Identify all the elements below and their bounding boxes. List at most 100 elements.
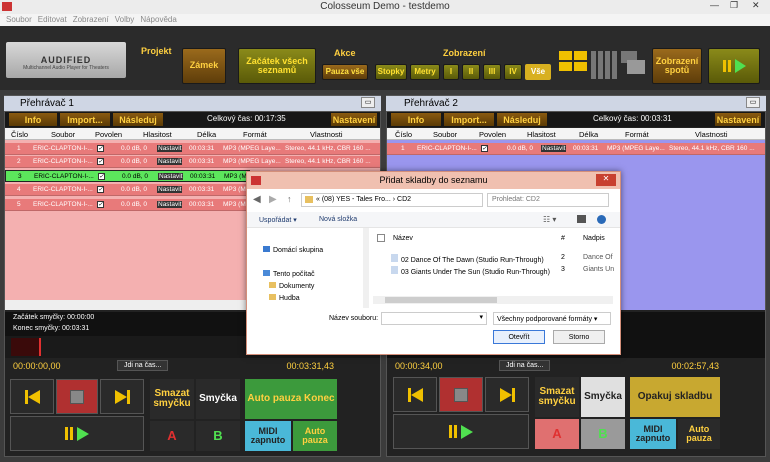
up-arrow-icon[interactable]: ↑ <box>287 194 292 204</box>
p1-midi-button[interactable]: MIDI zapnuto <box>245 421 291 451</box>
top-toolbar: AUDIFIED Multichannel Audio Player for T… <box>0 26 770 90</box>
p1-prev-button[interactable] <box>10 379 54 414</box>
p1-autopauza-konec-button[interactable]: Auto pauza Konec <box>245 379 337 419</box>
columns-layout-icon[interactable] <box>591 51 617 81</box>
tree-item-music[interactable]: Hudba <box>269 294 300 302</box>
address-bar[interactable]: « (08) YES - Tales Fro... › CD2 <box>301 193 483 207</box>
p2-auto-pauza-button[interactable]: Auto pauza <box>678 419 720 449</box>
p1-next-button[interactable] <box>100 379 144 414</box>
help-icon[interactable] <box>597 215 606 224</box>
akce-label: Akce <box>334 48 356 58</box>
title-bar: Colosseum Demo - testdemo — ❐ ✕ <box>0 0 770 14</box>
play-icon <box>734 59 746 73</box>
p1-a-button[interactable]: A <box>150 421 194 451</box>
p2-opakuj-button[interactable]: Opakuj skladbu <box>630 377 720 417</box>
maximize-button[interactable]: ❐ <box>730 0 738 11</box>
dialog-toolbar: Uspořádat ▾ Nová složka ☷ ▾ <box>247 212 620 228</box>
table-row[interactable]: 5 ERIC-CLAPTON-I-... ✓ 0.0 dB, 0 Nastavit 00:… <box>5 199 250 211</box>
menu-volby[interactable]: Volby <box>115 15 135 24</box>
pause-play-all-button[interactable] <box>708 48 760 84</box>
p2-a-button[interactable]: A <box>535 419 579 449</box>
p1-stop-button[interactable] <box>56 379 98 414</box>
select-all-checkbox[interactable] <box>377 234 385 242</box>
zamek-button[interactable]: Zámek <box>182 48 226 84</box>
file-list-scrollbar[interactable] <box>373 296 613 304</box>
table-row[interactable]: 1 ERIC-CLAPTON-I-... ✓ 0.0 dB, 0 Nastavit 00:… <box>5 143 380 155</box>
p2-nasleduj-button[interactable]: Následuj <box>497 113 547 126</box>
p1-horizontal-scrollbar[interactable] <box>5 300 250 310</box>
preview-pane-icon[interactable] <box>577 215 586 223</box>
p1-smycka-button[interactable]: Smyčka <box>196 379 240 419</box>
back-arrow-icon[interactable]: ◀ <box>253 194 261 205</box>
table-row[interactable]: 1 ERIC-CLAPTON-I-... ✓ 0.0 dB, 0 Nastavit 00:… <box>387 143 765 155</box>
tree-item-this-pc[interactable]: Tento počítač <box>263 270 315 278</box>
p2-prev-button[interactable] <box>393 377 437 412</box>
forward-arrow-icon[interactable]: ▶ <box>269 194 277 205</box>
p1-jdi-button[interactable]: Jdi na čas... <box>117 360 169 371</box>
tree-item-homegroup[interactable]: Domácí skupina <box>263 246 323 254</box>
p1-play-pause-button[interactable] <box>10 416 144 451</box>
minimize-button[interactable]: — <box>710 0 719 10</box>
p1-import-button[interactable]: Import... <box>60 113 110 126</box>
table-row[interactable]: 4 ERIC-CLAPTON-I-... ✓ 0.0 dB, 0 Nastavit 00:… <box>5 184 250 196</box>
view-4-button[interactable]: IV <box>504 64 522 80</box>
cancel-button[interactable]: Storno <box>553 330 605 344</box>
p2-midi-button[interactable]: MIDI zapnuto <box>630 419 676 449</box>
search-input[interactable]: Prohledat: CD2 <box>487 193 609 207</box>
view-options-icon[interactable]: ☷ ▾ <box>543 215 556 224</box>
menu-editovat[interactable]: Editovat <box>38 15 67 24</box>
p2-smycka-button[interactable]: Smyčka <box>581 377 625 417</box>
player-1-restore-button[interactable]: ▭ <box>361 97 375 108</box>
stacked-layout-icon[interactable] <box>621 51 647 81</box>
pauza-vse-button[interactable]: Pauza vše <box>322 64 368 80</box>
close-button[interactable]: ✕ <box>752 0 760 11</box>
p1-nastaveni-button[interactable]: Nastavení <box>331 113 377 126</box>
menu-zobrazeni[interactable]: Zobrazení <box>73 15 109 24</box>
file-row[interactable]: 03 Giants Under The Sun (Studio Run-Thro… <box>391 266 615 276</box>
zacatek-button[interactable]: Začátek všech seznamů <box>238 48 316 84</box>
p1-column-header: Číslo Soubor Povolen Hlasitost Délka For… <box>5 128 380 140</box>
player-2-restore-button[interactable]: ▭ <box>746 97 760 108</box>
p2-smazat-button[interactable]: Smazat smyčku <box>535 377 579 417</box>
address-path: « (08) YES - Tales Fro... › CD2 <box>316 196 412 203</box>
dialog-close-button[interactable]: ✕ <box>596 174 616 186</box>
audified-logo: AUDIFIED Multichannel Audio Player for T… <box>6 42 126 78</box>
table-row[interactable]: 2 ERIC-CLAPTON-I-... ✓ 0.0 dB, 0 Nastavit 00:… <box>5 156 380 168</box>
p2-time-left: 00:00:34,00 <box>395 361 443 371</box>
p2-next-button[interactable] <box>485 377 529 412</box>
menu-napoveda[interactable]: Nápověda <box>140 15 176 24</box>
tree-scrollbar[interactable] <box>363 228 369 308</box>
p1-loop-start: Začátek smyčky: 00:00:00 <box>13 314 95 321</box>
menu-soubor[interactable]: Soubor <box>6 15 32 24</box>
p2-nastaveni-button[interactable]: Nastavení <box>715 113 761 126</box>
tree-item-documents[interactable]: Dokumenty <box>269 282 314 290</box>
p2-info-button[interactable]: Info <box>391 113 441 126</box>
view-3-button[interactable]: III <box>483 64 501 80</box>
usporadat-button[interactable]: Uspořádat ▾ <box>259 216 297 224</box>
view-2-button[interactable]: II <box>462 64 480 80</box>
grid-layout-icon[interactable] <box>559 51 587 81</box>
p2-import-button[interactable]: Import... <box>444 113 494 126</box>
app-icon <box>2 2 12 11</box>
p1-nasleduj-button[interactable]: Následuj <box>113 113 163 126</box>
metry-button[interactable]: Metry <box>410 64 440 80</box>
p1-b-button[interactable]: B <box>196 421 240 451</box>
open-button[interactable]: Otevřít <box>493 330 545 344</box>
p1-smazat-button[interactable]: Smazat smyčku <box>150 379 194 419</box>
file-row[interactable]: 02 Dance Of The Dawn (Studio Run-Through… <box>391 254 615 264</box>
p1-info-button[interactable]: Info <box>9 113 57 126</box>
table-row-selected[interactable]: 3 ERIC-CLAPTON-I-... ✓ 0.0 dB, 0 Nastavit 00:… <box>5 170 250 182</box>
p2-play-pause-button[interactable] <box>393 414 529 449</box>
view-all-button[interactable]: Vše <box>525 64 551 80</box>
nova-slozka-button[interactable]: Nová složka <box>319 216 357 223</box>
filename-input[interactable]: ▾ <box>381 312 487 325</box>
p2-b-button[interactable]: B <box>581 419 625 449</box>
zobrazeni-spotu-button[interactable]: Zobrazení spotů <box>652 48 702 84</box>
p1-auto-pauza-button[interactable]: Auto pauza <box>293 421 337 451</box>
p2-jdi-button[interactable]: Jdi na čas... <box>499 360 551 371</box>
p2-stop-button[interactable] <box>439 377 483 412</box>
file-type-select[interactable]: Všechny podporované formáty ▾ <box>493 312 611 325</box>
audio-file-icon <box>391 254 398 262</box>
view-1-button[interactable]: I <box>443 64 459 80</box>
stopky-button[interactable]: Stopky <box>375 64 407 80</box>
